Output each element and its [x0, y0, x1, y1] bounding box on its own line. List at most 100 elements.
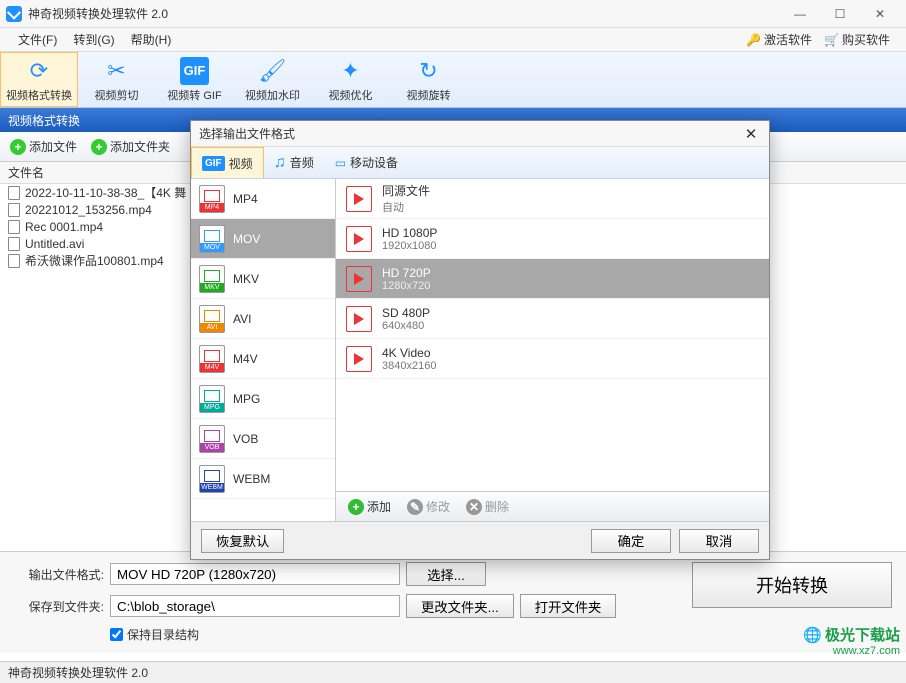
activate-link[interactable]: 🔑 激活软件 — [740, 28, 818, 51]
res-item-4k[interactable]: 4K Video3840x2160 — [336, 339, 769, 379]
filename-col: 文件名 — [8, 164, 44, 181]
dialog-footer: 恢复默认 确定 取消 — [191, 521, 769, 559]
window-controls: — ☐ ✕ — [780, 2, 900, 26]
save-to-field[interactable] — [110, 595, 400, 617]
rotate-icon: ↻ — [419, 57, 437, 85]
play-icon — [346, 186, 372, 212]
output-format-field[interactable] — [110, 563, 400, 585]
buy-label: 购买软件 — [842, 31, 890, 48]
gif-icon: GIF — [180, 57, 210, 85]
add-icon: + — [348, 499, 364, 515]
file-icon — [8, 220, 20, 234]
fmt-item-mov[interactable]: MOVMOV — [191, 219, 335, 259]
ok-button[interactable]: 确定 — [591, 529, 671, 553]
play-icon — [346, 226, 372, 252]
resolution-list[interactable]: 同源文件自动 HD 1080P1920x1080 HD 720P1280x720… — [336, 179, 769, 491]
dialog-titlebar: 选择输出文件格式 ✕ — [191, 121, 769, 147]
vob-icon: VOB — [199, 425, 225, 453]
change-folder-button[interactable]: 更改文件夹... — [406, 594, 514, 618]
play-icon — [346, 306, 372, 332]
bottom-form: 输出文件格式: 选择... 保存到文件夹: 更改文件夹... 打开文件夹 保持目… — [0, 551, 906, 653]
toolbar: ⟳ 视频格式转换 ✂ 视频剪切 GIF 视频转 GIF 🖌 视频加水印 ✦ 视频… — [0, 52, 906, 108]
mp4-icon: MP4 — [199, 185, 225, 213]
dialog-body: MP4MP4 MOVMOV MKVMKV AVIAVI M4VM4V MPGMP… — [191, 179, 769, 521]
cancel-button[interactable]: 取消 — [679, 529, 759, 553]
maximize-button[interactable]: ☐ — [820, 2, 860, 26]
plus-folder-icon: + — [91, 139, 107, 155]
keep-dir-checkbox[interactable] — [110, 628, 123, 641]
dialog-close-button[interactable]: ✕ — [741, 124, 761, 144]
cart-icon: 🛒 — [824, 33, 839, 47]
titlebar: 神奇视频转换处理软件 2.0 — ☐ ✕ — [0, 0, 906, 28]
format-list[interactable]: MP4MP4 MOVMOV MKVMKV AVIAVI M4VM4V MPGMP… — [191, 179, 336, 521]
section-title: 视频格式转换 — [8, 112, 80, 129]
edit-icon: ✎ — [407, 499, 423, 515]
fmt-item-m4v[interactable]: M4VM4V — [191, 339, 335, 379]
action-delete[interactable]: ✕删除 — [462, 495, 513, 518]
tool-cut[interactable]: ✂ 视频剪切 — [78, 52, 156, 107]
plus-icon: + — [10, 139, 26, 155]
status-text: 神奇视频转换处理软件 2.0 — [8, 664, 148, 681]
tool-gif[interactable]: GIF 视频转 GIF — [156, 52, 234, 107]
statusbar: 神奇视频转换处理软件 2.0 — [0, 661, 906, 683]
keep-dir-label: 保持目录结构 — [127, 626, 199, 643]
tool-format-convert[interactable]: ⟳ 视频格式转换 — [0, 52, 78, 107]
file-icon — [8, 203, 20, 217]
fmt-item-mpg[interactable]: MPGMPG — [191, 379, 335, 419]
save-to-label: 保存到文件夹: — [14, 598, 104, 615]
buy-link[interactable]: 🛒 购买软件 — [818, 28, 896, 51]
file-icon — [8, 186, 20, 200]
format-select-dialog: 选择输出文件格式 ✕ GIF 视频 ♫ 音频 ▭ 移动设备 MP4MP4 MOV… — [190, 120, 770, 560]
action-edit[interactable]: ✎修改 — [403, 495, 454, 518]
add-folder-button[interactable]: + 添加文件夹 — [85, 135, 176, 158]
avi-icon: AVI — [199, 305, 225, 333]
play-icon — [346, 266, 372, 292]
tab-mobile[interactable]: ▭ 移动设备 — [325, 147, 409, 178]
open-folder-button[interactable]: 打开文件夹 — [520, 594, 617, 618]
start-convert-button[interactable]: 开始转换 — [692, 562, 892, 608]
menu-help[interactable]: 帮助(H) — [123, 28, 180, 51]
m4v-icon: M4V — [199, 345, 225, 373]
restore-default-button[interactable]: 恢复默认 — [201, 529, 284, 553]
tab-audio[interactable]: ♫ 音频 — [264, 147, 325, 178]
tool-watermark[interactable]: 🖌 视频加水印 — [234, 52, 312, 107]
output-format-label: 输出文件格式: — [14, 566, 104, 583]
play-icon — [346, 346, 372, 372]
mpg-icon: MPG — [199, 385, 225, 413]
tool-rotate[interactable]: ↻ 视频旋转 — [390, 52, 468, 107]
sparkle-icon: ✦ — [341, 57, 359, 85]
res-item-source[interactable]: 同源文件自动 — [336, 179, 769, 219]
app-icon — [6, 6, 22, 22]
res-item-1080p[interactable]: HD 1080P1920x1080 — [336, 219, 769, 259]
tool-optimize[interactable]: ✦ 视频优化 — [312, 52, 390, 107]
add-file-button[interactable]: + 添加文件 — [4, 135, 83, 158]
menu-goto[interactable]: 转到(G) — [65, 28, 122, 51]
fmt-item-vob[interactable]: VOBVOB — [191, 419, 335, 459]
webm-icon: WEBM — [199, 465, 225, 493]
file-icon — [8, 237, 20, 251]
select-format-button[interactable]: 选择... — [406, 562, 486, 586]
window-title: 神奇视频转换处理软件 2.0 — [28, 5, 780, 22]
res-item-720p[interactable]: HD 720P1280x720 — [336, 259, 769, 299]
tab-video[interactable]: GIF 视频 — [191, 147, 264, 178]
close-button[interactable]: ✕ — [860, 2, 900, 26]
file-icon — [8, 254, 20, 268]
fmt-item-webm[interactable]: WEBMWEBM — [191, 459, 335, 499]
fmt-item-avi[interactable]: AVIAVI — [191, 299, 335, 339]
action-add[interactable]: +添加 — [344, 495, 395, 518]
delete-icon: ✕ — [466, 499, 482, 515]
mkv-icon: MKV — [199, 265, 225, 293]
menu-file[interactable]: 文件(F) — [10, 28, 65, 51]
brush-icon: 🖌 — [259, 57, 287, 85]
fmt-item-mp4[interactable]: MP4MP4 — [191, 179, 335, 219]
dialog-tabs: GIF 视频 ♫ 音频 ▭ 移动设备 — [191, 147, 769, 179]
cut-icon: ✂ — [107, 57, 125, 85]
mobile-icon: ▭ — [335, 156, 346, 170]
music-icon: ♫ — [274, 154, 286, 172]
mov-icon: MOV — [199, 225, 225, 253]
gif-icon: GIF — [202, 156, 225, 171]
dialog-actions: +添加 ✎修改 ✕删除 — [336, 491, 769, 521]
fmt-item-mkv[interactable]: MKVMKV — [191, 259, 335, 299]
minimize-button[interactable]: — — [780, 2, 820, 26]
res-item-480p[interactable]: SD 480P640x480 — [336, 299, 769, 339]
